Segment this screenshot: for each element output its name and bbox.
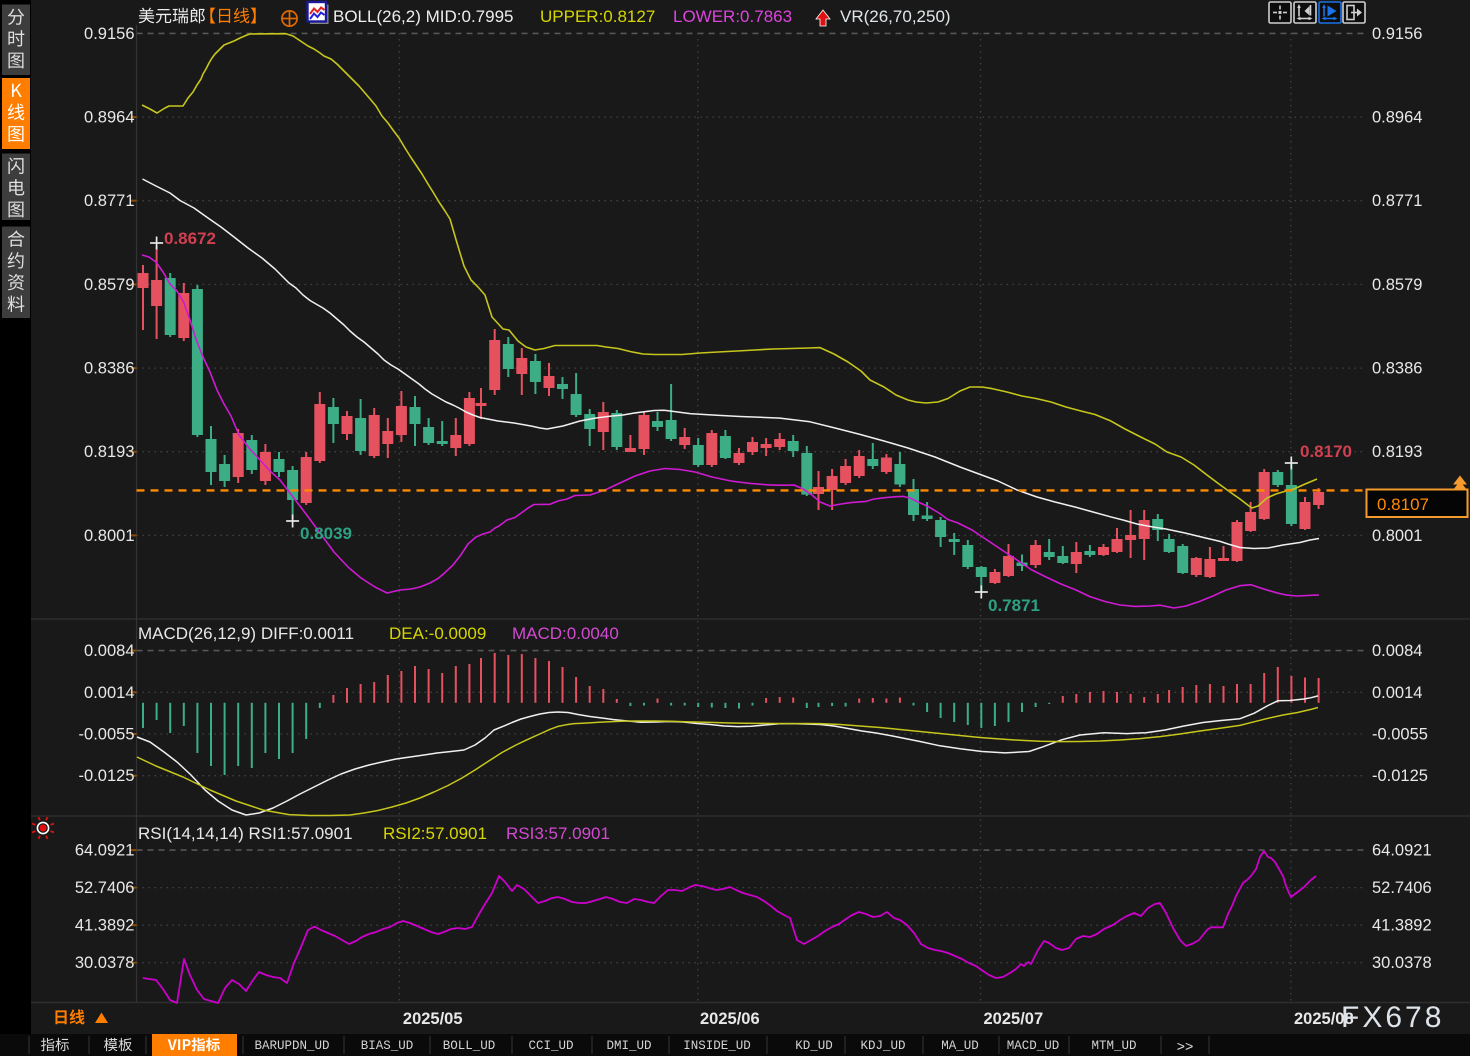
svg-text:52.7406: 52.7406 [75, 879, 135, 897]
svg-text:0.8386: 0.8386 [1372, 360, 1422, 378]
svg-text:-0.0055: -0.0055 [1372, 726, 1428, 744]
svg-text:-0.0125: -0.0125 [79, 767, 135, 785]
svg-text:RSI3:57.0901: RSI3:57.0901 [506, 824, 610, 843]
svg-text:0.0014: 0.0014 [1372, 684, 1422, 702]
svg-text:DEA:-0.0009: DEA:-0.0009 [389, 624, 486, 643]
svg-text:0.9156: 0.9156 [84, 25, 134, 43]
svg-text:0.8039: 0.8039 [300, 524, 352, 543]
svg-text:0.8386: 0.8386 [84, 360, 134, 378]
svg-text:0.8771: 0.8771 [84, 192, 134, 210]
svg-text:MACD(26,12,9) DIFF:0.0011: MACD(26,12,9) DIFF:0.0011 [138, 624, 354, 643]
svg-text:2025/07: 2025/07 [984, 1010, 1044, 1028]
svg-text:FX678: FX678 [1341, 1001, 1444, 1034]
svg-text:RSI2:57.0901: RSI2:57.0901 [383, 824, 487, 843]
svg-text:64.0921: 64.0921 [1372, 842, 1432, 860]
svg-text:0.8001: 0.8001 [84, 527, 134, 545]
svg-text:KD_UD: KD_UD [795, 1039, 833, 1053]
svg-text:0.8964: 0.8964 [84, 109, 134, 127]
svg-text:LOWER:0.7863: LOWER:0.7863 [673, 7, 792, 26]
svg-text:0.8672: 0.8672 [164, 229, 216, 248]
svg-text:0.8001: 0.8001 [1372, 527, 1422, 545]
svg-text:41.3892: 41.3892 [1372, 917, 1432, 935]
svg-text:BOLL(26,2) MID:0.7995: BOLL(26,2) MID:0.7995 [333, 7, 513, 26]
svg-text:30.0378: 30.0378 [1372, 954, 1432, 972]
svg-text:VR(26,70,250): VR(26,70,250) [840, 7, 951, 26]
svg-text:0.8771: 0.8771 [1372, 192, 1422, 210]
svg-text:0.0014: 0.0014 [84, 684, 134, 702]
svg-text:0.9156: 0.9156 [1372, 25, 1422, 43]
svg-text:0.0084: 0.0084 [84, 642, 134, 660]
svg-text:0.8579: 0.8579 [1372, 276, 1422, 294]
svg-text:MTM_UD: MTM_UD [1091, 1039, 1136, 1053]
svg-text:30.0378: 30.0378 [75, 954, 135, 972]
svg-text:KDJ_UD: KDJ_UD [860, 1039, 905, 1053]
svg-text:2025/05: 2025/05 [403, 1010, 463, 1028]
svg-text:0.8107: 0.8107 [1377, 495, 1429, 514]
svg-text:0.8193: 0.8193 [1372, 443, 1422, 461]
svg-text:UPPER:0.8127: UPPER:0.8127 [540, 7, 655, 26]
svg-text:0.0084: 0.0084 [1372, 642, 1422, 660]
svg-text:DMI_UD: DMI_UD [606, 1039, 651, 1053]
svg-text:0.8579: 0.8579 [84, 276, 134, 294]
svg-text:BIAS_UD: BIAS_UD [361, 1039, 414, 1053]
svg-text:INSIDE_UD: INSIDE_UD [683, 1039, 751, 1053]
svg-text:RSI(14,14,14) RSI1:57.0901: RSI(14,14,14) RSI1:57.0901 [138, 824, 353, 843]
svg-text:2025/06: 2025/06 [700, 1010, 760, 1028]
svg-text:0.8170: 0.8170 [1300, 442, 1352, 461]
svg-text:MACD:0.0040: MACD:0.0040 [512, 624, 619, 643]
svg-text:BARUPDN_UD: BARUPDN_UD [254, 1039, 329, 1053]
svg-text:>>: >> [1177, 1040, 1194, 1056]
svg-text:0.8193: 0.8193 [84, 443, 134, 461]
svg-text:-0.0055: -0.0055 [79, 726, 135, 744]
svg-text:41.3892: 41.3892 [75, 917, 135, 935]
svg-text:BOLL_UD: BOLL_UD [443, 1039, 496, 1053]
svg-text:-0.0125: -0.0125 [1372, 767, 1428, 785]
svg-text:52.7406: 52.7406 [1372, 879, 1432, 897]
svg-text:0.7871: 0.7871 [988, 596, 1040, 615]
svg-text:CCI_UD: CCI_UD [528, 1039, 573, 1053]
svg-text:MACD_UD: MACD_UD [1007, 1039, 1060, 1053]
svg-text:0.8964: 0.8964 [1372, 109, 1422, 127]
svg-text:MA_UD: MA_UD [941, 1039, 979, 1053]
svg-text:64.0921: 64.0921 [75, 842, 135, 860]
